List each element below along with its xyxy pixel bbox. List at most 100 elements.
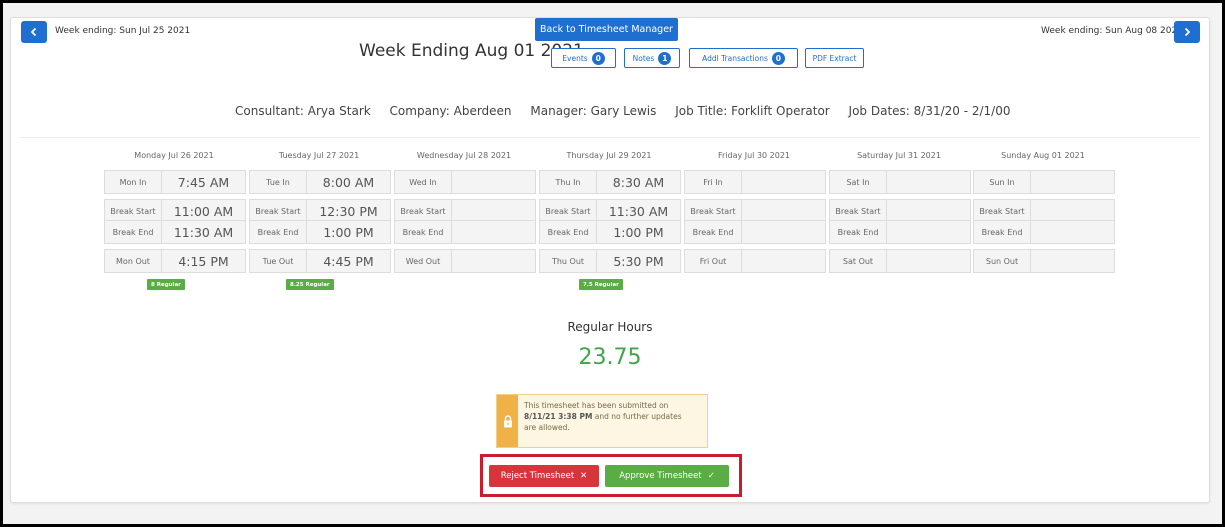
field-value[interactable] (887, 200, 970, 222)
field-label: Break End (250, 221, 307, 243)
approve-timesheet-button[interactable]: Approve Timesheet ✓ (605, 465, 729, 487)
approve-label: Approve Timesheet (619, 471, 702, 481)
notes-button[interactable]: Notes 1 (624, 48, 680, 68)
time-out-field[interactable]: Fri Out (684, 249, 826, 273)
time-in-field[interactable]: Sat In (829, 170, 971, 194)
time-in-field[interactable]: Fri In (684, 170, 826, 194)
notice-line3: are allowed. (524, 423, 570, 432)
time-out-field[interactable]: Wed Out (394, 249, 536, 273)
field-label: Break End (540, 221, 597, 243)
field-label: Break End (105, 221, 162, 243)
field-value[interactable] (742, 171, 825, 193)
field-label: Break Start (685, 200, 742, 222)
transactions-label: Addl Transactions (702, 53, 768, 63)
field-value[interactable]: 12:30 PM (307, 200, 390, 222)
time-out-field[interactable]: Tue Out 4:45 PM (249, 249, 391, 273)
field-value[interactable]: 5:30 PM (597, 250, 680, 272)
field-value[interactable] (1031, 200, 1114, 222)
time-in-field[interactable]: Wed In (394, 170, 536, 194)
field-label: Sat Out (830, 250, 887, 272)
break-end-field[interactable]: Break End 1:00 PM (249, 220, 391, 244)
field-value[interactable] (452, 250, 535, 272)
regular-hours-value: 23.75 (578, 345, 642, 370)
field-value[interactable] (742, 250, 825, 272)
field-value[interactable]: 4:15 PM (162, 250, 245, 272)
events-button[interactable]: Events 0 (551, 48, 616, 68)
field-label: Wed In (395, 171, 452, 193)
company-info: Company: Aberdeen (389, 104, 512, 118)
day-column-saturday: Saturday Jul 31 2021 Sat In Break Start … (829, 148, 971, 273)
back-to-manager-button[interactable]: Back to Timesheet Manager (535, 18, 678, 41)
field-value[interactable] (1031, 221, 1114, 243)
field-value[interactable]: 11:00 AM (162, 200, 245, 222)
notes-count-badge: 1 (658, 51, 672, 65)
day-column-sunday: Sunday Aug 01 2021 Sun In Break Start Br… (973, 148, 1115, 273)
day-heading: Saturday Jul 31 2021 (857, 151, 941, 160)
break-end-field[interactable]: Break End (684, 220, 826, 244)
timesheet-info: Consultant: Arya Stark Company: Aberdeen… (235, 104, 1026, 118)
lock-icon (503, 414, 512, 427)
field-value[interactable] (742, 221, 825, 243)
notice-datetime: 8/11/21 3:38 PM (524, 412, 593, 421)
field-value[interactable]: 7:45 AM (162, 171, 245, 193)
field-value[interactable]: 11:30 AM (597, 200, 680, 222)
field-label: Fri In (685, 171, 742, 193)
field-value[interactable] (1031, 250, 1114, 272)
time-out-field[interactable]: Sat Out (829, 249, 971, 273)
field-label: Sun Out (974, 250, 1031, 272)
field-value[interactable] (452, 171, 535, 193)
field-value[interactable] (452, 221, 535, 243)
field-label: Tue Out (250, 250, 307, 272)
pdf-extract-button[interactable]: PDF Extract (805, 48, 864, 68)
time-in-field[interactable]: Tue In 8:00 AM (249, 170, 391, 194)
time-in-field[interactable]: Sun In (973, 170, 1115, 194)
field-value[interactable] (887, 171, 970, 193)
reject-label: Reject Timesheet (500, 471, 575, 481)
day-heading: Friday Jul 30 2021 (717, 151, 791, 160)
break-end-field[interactable]: Break End 11:30 AM (104, 220, 246, 244)
field-value[interactable] (887, 250, 970, 272)
field-value[interactable]: 1:00 PM (307, 221, 390, 243)
field-value[interactable]: 1:00 PM (597, 221, 680, 243)
close-icon: ✕ (580, 471, 588, 481)
consultant-info: Consultant: Arya Stark (235, 104, 371, 118)
time-out-field[interactable]: Mon Out 4:15 PM (104, 249, 246, 273)
notes-label: Notes (632, 53, 655, 63)
field-label: Tue In (250, 171, 307, 193)
field-label: Break End (685, 221, 742, 243)
chevron-right-icon (1184, 27, 1191, 37)
field-value[interactable] (452, 200, 535, 222)
field-label: Break End (974, 221, 1031, 243)
addl-transactions-button[interactable]: Addl Transactions 0 (689, 48, 798, 68)
time-out-field[interactable]: Thu Out 5:30 PM (539, 249, 681, 273)
reject-timesheet-button[interactable]: Reject Timesheet ✕ (489, 465, 599, 487)
time-in-field[interactable]: Thu In 8:30 AM (539, 170, 681, 194)
field-value[interactable] (742, 200, 825, 222)
day-heading: Wednesday Jul 28 2021 (416, 151, 512, 160)
next-week-button[interactable] (1174, 21, 1200, 43)
tuesday-hours-badge: 8.25 Regular (286, 279, 334, 290)
prev-week-button[interactable] (21, 21, 47, 43)
field-label: Mon Out (105, 250, 162, 272)
notice-text: This timesheet has been submitted on 8/1… (518, 395, 707, 447)
time-in-field[interactable]: Mon In 7:45 AM (104, 170, 246, 194)
break-end-field[interactable]: Break End (829, 220, 971, 244)
field-label: Sat In (830, 171, 887, 193)
field-label: Sun In (974, 171, 1031, 193)
next-week-label[interactable]: Week ending: Sun Aug 08 2021 (1041, 26, 1183, 36)
field-label: Thu In (540, 171, 597, 193)
transactions-count-badge: 0 (771, 51, 785, 65)
field-value[interactable]: 8:00 AM (307, 171, 390, 193)
day-column-tuesday: Tuesday Jul 27 2021 Tue In 8:00 AM Break … (249, 148, 391, 273)
day-heading: Sunday Aug 01 2021 (1001, 151, 1085, 160)
prev-week-label[interactable]: Week ending: Sun Jul 25 2021 (55, 26, 190, 36)
time-out-field[interactable]: Sun Out (973, 249, 1115, 273)
break-end-field[interactable]: Break End (394, 220, 536, 244)
field-value[interactable] (1031, 171, 1114, 193)
break-end-field[interactable]: Break End 1:00 PM (539, 220, 681, 244)
break-end-field[interactable]: Break End (973, 220, 1115, 244)
field-value[interactable]: 4:45 PM (307, 250, 390, 272)
field-value[interactable]: 11:30 AM (162, 221, 245, 243)
field-value[interactable] (887, 221, 970, 243)
field-value[interactable]: 8:30 AM (597, 171, 680, 193)
